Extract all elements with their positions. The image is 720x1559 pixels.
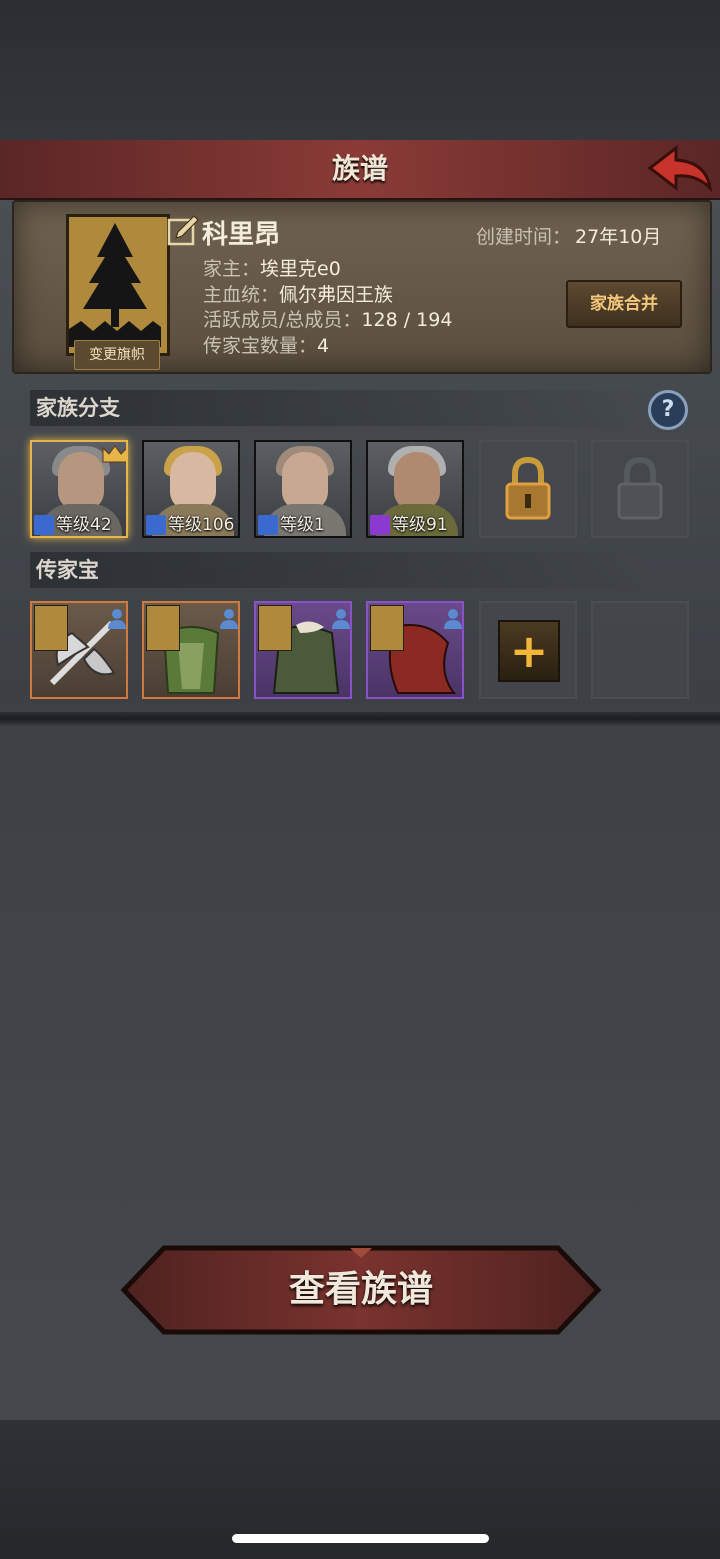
bloodline-row: 主血统：佩尔弗因王族 — [203, 283, 452, 309]
members-row: 活跃成员/总成员：128 / 194 — [203, 308, 452, 334]
heirloom-count-value: 4 — [317, 334, 330, 357]
heirloom-axe[interactable] — [30, 601, 128, 699]
lock-icon — [617, 456, 663, 520]
member-level: 等级1 — [258, 514, 325, 536]
crown-icon — [102, 445, 126, 463]
person-icon — [444, 609, 462, 629]
heirloom-cloak[interactable] — [254, 601, 352, 699]
branch-member-3[interactable]: 等级1 — [254, 440, 352, 538]
person-icon — [108, 609, 126, 629]
family-mini-banner — [258, 605, 292, 651]
member-level: 等级106 — [146, 514, 234, 536]
family-details: 家主：埃里克e0 主血统：佩尔弗因王族 活跃成员/总成员：128 / 194 传… — [203, 257, 452, 359]
member-face — [58, 452, 104, 510]
branch-member-2[interactable]: 等级106 — [142, 440, 240, 538]
staff-icon — [370, 515, 390, 535]
heirlooms-header: 传家宝 — [30, 552, 652, 588]
bloodline-value: 佩尔弗因王族 — [279, 283, 394, 306]
view-family-tree-button[interactable]: 查看族谱 — [120, 1244, 602, 1336]
members-label: 活跃成员/总成员： — [203, 309, 362, 331]
branch-member-4[interactable]: 等级91 — [366, 440, 464, 538]
heirloom-count-label: 传家宝数量： — [203, 334, 318, 357]
change-flag-button[interactable]: 变更旗帜 — [74, 340, 160, 370]
locked-slot-2 — [591, 440, 689, 538]
head-label: 家主： — [203, 258, 261, 280]
person-icon — [332, 609, 350, 629]
member-level: 等级42 — [34, 514, 112, 536]
lock-icon — [505, 456, 551, 520]
add-heirloom-slot[interactable]: + — [479, 601, 577, 699]
locked-slot-1[interactable] — [479, 440, 577, 538]
family-merge-button[interactable]: 家族合并 — [566, 280, 682, 328]
family-mini-banner — [146, 605, 180, 651]
bloodline-label: 主血统： — [203, 283, 280, 306]
family-mini-banner — [34, 605, 68, 651]
sword-icon — [258, 515, 278, 535]
member-face — [394, 452, 440, 510]
family-mini-banner — [370, 605, 404, 651]
member-face — [282, 452, 328, 510]
heirloom-armor[interactable] — [142, 601, 240, 699]
head-value: 埃里克e0 — [260, 258, 341, 280]
member-face — [170, 452, 216, 510]
members-value: 128 / 194 — [361, 309, 453, 331]
page-title: 族谱 — [331, 152, 388, 185]
empty-heirloom-slot — [591, 601, 689, 699]
created-value: 27年10月 — [575, 226, 662, 248]
branch-member-1[interactable]: 等级42 — [30, 440, 128, 538]
created-time: 创建时间： 27年10月 — [476, 222, 661, 249]
heirloom-cape[interactable] — [366, 601, 464, 699]
main-panel — [0, 198, 720, 1420]
family-banner — [66, 214, 170, 356]
top-background — [0, 0, 720, 140]
family-name: 科里昂 — [202, 220, 281, 250]
sword-star-icon — [146, 515, 166, 535]
add-heirloom-button[interactable]: + — [498, 620, 560, 682]
sword-icon — [34, 515, 54, 535]
back-button[interactable] — [646, 144, 714, 194]
back-arrow-icon — [647, 144, 713, 193]
head-row: 家主：埃里克e0 — [203, 257, 452, 283]
pine-tree-icon — [69, 223, 161, 347]
heirloom-count-row: 传家宝数量：4 — [203, 334, 452, 360]
person-icon — [220, 609, 238, 629]
branches-header: 家族分支 — [30, 390, 652, 426]
home-indicator[interactable] — [232, 1534, 489, 1543]
title-bar: 族谱 — [0, 140, 720, 200]
member-level: 等级91 — [370, 514, 448, 536]
help-button[interactable]: ? — [648, 390, 688, 430]
created-label: 创建时间： — [476, 226, 572, 248]
section-divider — [0, 712, 720, 726]
edit-name-icon[interactable] — [166, 214, 200, 248]
plus-icon: + — [509, 624, 549, 678]
view-family-tree-label: 查看族谱 — [288, 1269, 433, 1310]
